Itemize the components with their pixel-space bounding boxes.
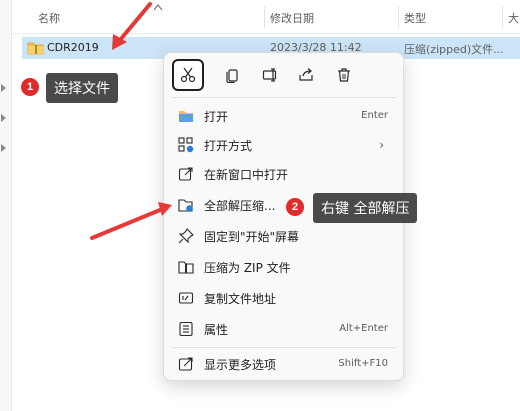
column-name[interactable]: 名称 — [38, 10, 60, 26]
chevron-right-icon[interactable] — [1, 114, 6, 122]
cut-icon — [180, 67, 196, 83]
menu-item-open-with[interactable]: 打开方式 › — [168, 131, 400, 159]
column-divider[interactable] — [398, 6, 399, 28]
file-name: CDR2019 — [47, 41, 99, 54]
file-type: 压缩(zipped)文件... — [404, 43, 504, 56]
menu-item-show-more-options[interactable]: 显示更多选项 Shift+F10 — [168, 350, 400, 378]
menu-item-label: 压缩为 ZIP 文件 — [204, 261, 291, 275]
column-type[interactable]: 类型 — [404, 10, 426, 26]
sort-up-icon — [153, 4, 163, 11]
zip-icon — [178, 261, 194, 274]
column-size[interactable]: 大 — [508, 10, 519, 26]
menu-item-open-new-window[interactable]: 在新窗口中打开 — [168, 160, 400, 188]
chevron-right-icon[interactable] — [1, 144, 6, 152]
step-2-callout: 右键 全部解压 — [313, 193, 418, 223]
menu-item-copy-path[interactable]: 复制文件地址 — [168, 284, 400, 312]
menu-item-label: 固定到"开始"屏幕 — [204, 230, 300, 244]
menu-item-properties[interactable]: 属性 Alt+Enter — [168, 315, 400, 343]
menu-item-label: 属性 — [204, 323, 229, 337]
context-menu-quick-actions — [172, 59, 397, 95]
menu-item-open[interactable]: 打开 Enter — [168, 102, 400, 130]
menu-item-label: 在新窗口中打开 — [204, 168, 289, 182]
arrow-to-extract-icon — [90, 202, 172, 240]
pin-icon — [178, 228, 194, 244]
folder-open-icon — [179, 111, 193, 122]
menu-item-pin-start[interactable]: 固定到"开始"屏幕 — [168, 222, 400, 250]
menu-item-label: 显示更多选项 — [204, 358, 277, 372]
menu-item-label: 打开 — [204, 110, 229, 124]
menu-item-label: 复制文件地址 — [204, 292, 277, 306]
step-1-callout: 选择文件 — [46, 73, 118, 103]
menu-item-shortcut: Enter — [361, 110, 388, 121]
share-icon — [299, 68, 313, 81]
menu-item-shortcut: Alt+Enter — [339, 323, 388, 334]
navigation-pane-edge — [0, 0, 12, 411]
menu-separator — [172, 347, 396, 348]
new-window-icon — [178, 167, 193, 181]
more-options-icon — [178, 357, 193, 371]
menu-item-label: 打开方式 — [204, 139, 253, 153]
extract-all-icon — [178, 199, 193, 212]
zip-folder-icon — [27, 42, 44, 55]
copy-path-icon — [178, 292, 194, 304]
column-modified[interactable]: 修改日期 — [270, 10, 314, 26]
cut-button[interactable] — [172, 59, 204, 91]
chevron-right-icon[interactable] — [1, 84, 6, 92]
properties-icon — [179, 321, 193, 337]
menu-item-label: 全部解压缩... — [204, 199, 276, 213]
step-2-badge: 2 — [286, 198, 304, 216]
copy-icon — [226, 69, 238, 83]
column-header: 名称 修改日期 类型 大 — [12, 0, 520, 34]
menu-item-shortcut: Shift+F10 — [338, 358, 388, 369]
share-button[interactable] — [290, 59, 322, 91]
open-with-icon — [178, 137, 194, 153]
step-1-badge: 1 — [21, 78, 39, 96]
rename-button[interactable] — [254, 59, 286, 91]
menu-separator — [172, 97, 396, 98]
delete-icon — [338, 68, 350, 82]
column-divider[interactable] — [502, 6, 503, 28]
delete-button[interactable] — [328, 59, 360, 91]
menu-item-compress-zip[interactable]: 压缩为 ZIP 文件 — [168, 253, 400, 281]
copy-button[interactable] — [216, 59, 248, 91]
column-divider[interactable] — [264, 6, 265, 28]
submenu-chevron-icon: › — [379, 138, 384, 152]
rename-icon — [262, 68, 277, 82]
